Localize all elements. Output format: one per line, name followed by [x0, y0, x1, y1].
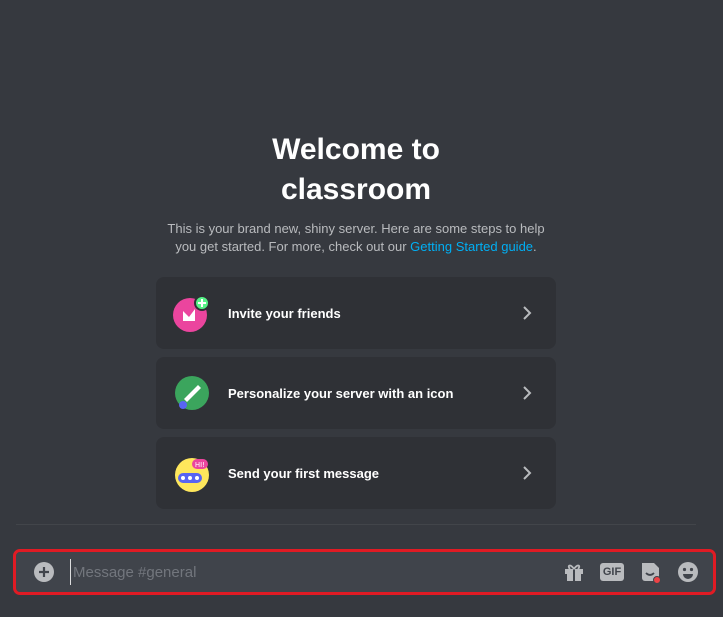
getting-started-link[interactable]: Getting Started guide	[410, 239, 533, 254]
message-composer: GIF	[13, 549, 716, 595]
invite-friends-icon	[172, 293, 212, 333]
invite-friends-card[interactable]: Invite your friends	[156, 277, 556, 349]
personalize-server-label: Personalize your server with an icon	[228, 385, 454, 401]
emoji-button[interactable]	[675, 560, 701, 584]
gif-button[interactable]: GIF	[599, 560, 625, 584]
personalize-server-card[interactable]: Personalize your server with an icon	[156, 357, 556, 429]
plus-circle-icon	[34, 562, 54, 582]
chevron-right-icon	[523, 306, 532, 320]
sticker-button[interactable]	[637, 560, 663, 584]
sticker-icon	[642, 563, 661, 584]
invite-friends-label: Invite your friends	[228, 305, 341, 321]
welcome-title: Welcome to classroom	[272, 133, 440, 206]
setup-cards: Invite your friends Personalize your ser…	[156, 277, 556, 517]
chevron-right-icon	[523, 386, 532, 400]
message-input[interactable]	[70, 559, 561, 585]
upload-plus-button[interactable]	[32, 560, 56, 584]
gif-icon: GIF	[599, 563, 625, 581]
divider	[16, 524, 696, 525]
first-message-label: Send your first message	[228, 465, 379, 481]
emoji-icon	[678, 562, 698, 582]
chat-bubble-icon: HI!	[172, 453, 212, 493]
chevron-right-icon	[523, 466, 532, 480]
paintbrush-icon	[172, 373, 212, 413]
gift-icon	[565, 564, 583, 581]
first-message-card[interactable]: HI! Send your first message	[156, 437, 556, 509]
welcome-subtitle: This is your brand new, shiny server. He…	[156, 220, 556, 256]
welcome-section: Welcome to classroom This is your brand …	[0, 130, 712, 256]
svg-text:HI!: HI!	[195, 461, 205, 469]
welcome-subtitle-end: .	[533, 239, 537, 254]
gift-button[interactable]	[561, 560, 587, 584]
